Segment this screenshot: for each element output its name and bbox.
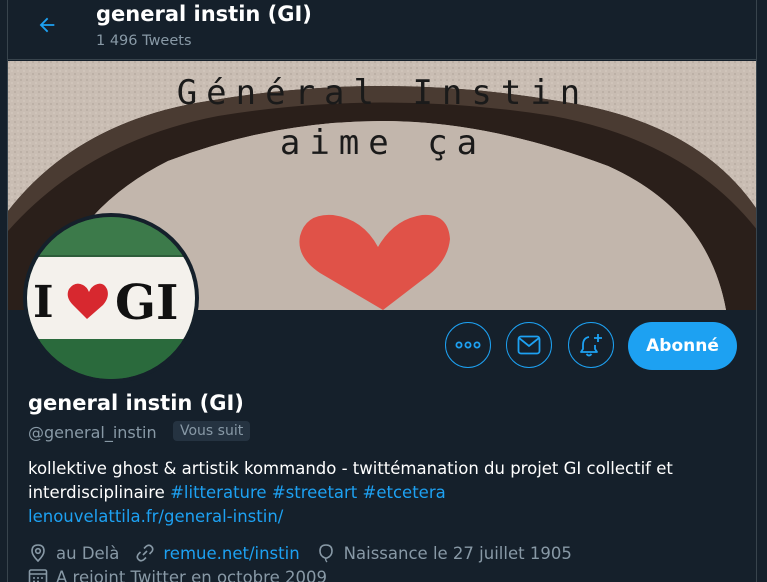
location-pin-icon [31, 544, 45, 563]
follows-you-badge: Vous suit [173, 421, 251, 441]
arrow-left-icon [39, 17, 55, 33]
url-item: remue.net/instin [135, 543, 300, 563]
header-title: general instin (GI) [96, 2, 312, 26]
more-button[interactable] [445, 322, 491, 368]
notification-button[interactable] [568, 322, 614, 368]
profile-meta: au Delà remue.net/instin Naissance le 27… [28, 543, 588, 563]
profile-meta-joined: A rejoint Twitter en octobre 2009 [28, 567, 343, 582]
balloon-icon [318, 544, 333, 563]
profile-header-bar: general instin (GI) 1 496 Tweets [8, 0, 756, 60]
birth-item: Naissance le 27 juillet 1905 [316, 543, 572, 563]
message-button[interactable] [506, 322, 552, 368]
hashtag-litterature[interactable]: #litterature [170, 483, 266, 502]
profile-avatar[interactable]: I GI [23, 213, 199, 383]
envelope-icon [517, 335, 541, 355]
profile-bio: kollektive ghost & artistik kommando - t… [28, 457, 718, 529]
profile-name: general instin (GI) [28, 391, 244, 415]
location-text: au Delà [56, 543, 120, 563]
following-button[interactable]: Abonné [628, 322, 737, 370]
hashtag-etcetera[interactable]: #etcetera [363, 483, 446, 502]
tweet-count: 1 496 Tweets [96, 33, 192, 49]
more-icon [455, 341, 481, 349]
location-item: au Delà [28, 543, 119, 563]
hashtag-streetart[interactable]: #streetart [272, 483, 357, 502]
avatar-letter-i: I [33, 277, 54, 328]
avatar-image: I GI [27, 217, 195, 379]
bell-plus-icon [580, 334, 602, 357]
back-button[interactable] [30, 8, 64, 42]
link-icon [136, 544, 154, 562]
profile-column: general instin (GI) 1 496 Tweets Général… [7, 0, 757, 582]
joined-item: A rejoint Twitter en octobre 2009 [28, 567, 327, 582]
profile-url-link[interactable]: remue.net/instin [163, 544, 299, 563]
avatar-letters-gi: GI [115, 275, 179, 331]
bio-website-link[interactable]: lenouvelattila.fr/general-instin/ [28, 507, 283, 526]
calendar-icon [28, 569, 48, 582]
profile-handle: @general_instin [28, 423, 157, 442]
banner-text-line2: aime ça [279, 123, 487, 163]
banner-text-line1: Général Instin [176, 73, 590, 113]
birth-text: Naissance le 27 juillet 1905 [343, 543, 572, 563]
joined-text: A rejoint Twitter en octobre 2009 [56, 567, 327, 582]
